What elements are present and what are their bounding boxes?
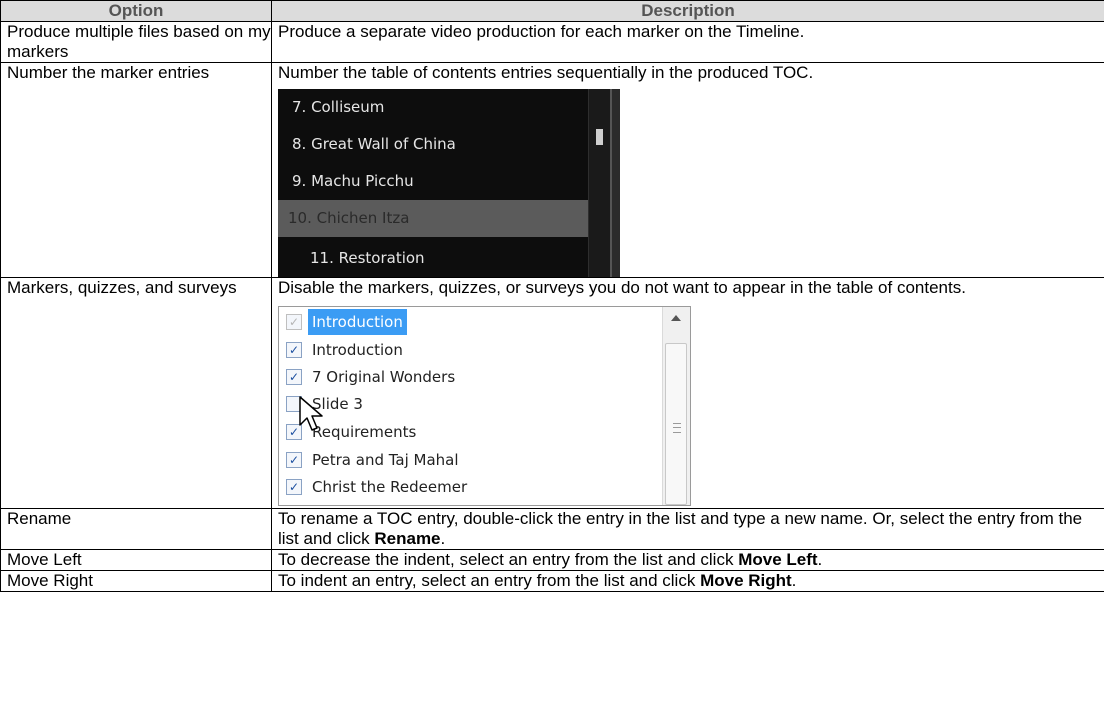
checkbox-icon: ✓ [286, 452, 302, 468]
toc-preview-image: 7. Colliseum 8. Great Wall of China 9. M… [278, 89, 620, 277]
toc-entry: 11. Restoration [310, 249, 425, 267]
option-cell: Move Right [0, 570, 272, 592]
checklist-item: ✓ 7 Original Wonders [283, 364, 659, 390]
mouse-cursor-icon [299, 396, 323, 431]
options-table: Option Description Produce multiple file… [0, 0, 1104, 592]
checklist-item: ✓ Introduction [283, 309, 659, 335]
description-text: Disable the markers, quizzes, or surveys… [278, 278, 966, 297]
description-cell: To indent an entry, select an entry from… [271, 570, 1104, 592]
table-row: Rename To rename a TOC entry, double-cli… [0, 508, 1104, 550]
option-cell: Produce multiple files based on my marke… [0, 21, 272, 63]
checklist-item-label: Petra and Taj Mahal [312, 451, 459, 469]
checkbox-icon: ✓ [286, 314, 302, 330]
table-row: Number the marker entries Number the tab… [0, 62, 1104, 278]
scrollbar-grip-icon [673, 423, 681, 433]
checkbox-icon: ✓ [286, 479, 302, 495]
table-row: Move Left To decrease the indent, select… [0, 549, 1104, 571]
option-cell: Markers, quizzes, and surveys [0, 277, 272, 509]
description-column-header: Description [271, 0, 1104, 22]
description-end: . [440, 529, 446, 548]
toc-entry: 9. Machu Picchu [292, 172, 414, 190]
description-text: To indent an entry, select an entry from… [278, 571, 701, 590]
checkbox-icon: ✓ [286, 342, 302, 358]
checkbox-icon: ✓ [286, 369, 302, 385]
checklist-item-label: 7 Original Wonders [312, 368, 456, 386]
description-end: . [817, 550, 823, 569]
table-row: Markers, quizzes, and surveys Disable th… [0, 277, 1104, 509]
table-row: Move Right To indent an entry, select an… [0, 570, 1104, 592]
description-bold-term: Rename [374, 529, 441, 548]
description-bold-term: Move Left [738, 550, 818, 569]
option-column-header: Option [0, 0, 272, 22]
description-end: . [791, 571, 797, 590]
checklist-item-label: Christ the Redeemer [312, 478, 468, 496]
description-cell: To decrease the indent, select an entry … [271, 549, 1104, 571]
checklist-item: ✓ Requirements [283, 419, 659, 445]
toc-frame-edge [610, 89, 620, 277]
description-cell: Disable the markers, quizzes, or surveys… [271, 277, 1104, 509]
option-cell: Move Left [0, 549, 272, 571]
description-cell: To rename a TOC entry, double-click the … [271, 508, 1104, 550]
checklist-item: ✓ Christ the Redeemer [283, 474, 659, 500]
description-bold-term: Move Right [700, 571, 792, 590]
checklist-item: ✓ Introduction [283, 337, 659, 363]
description-cell: Number the table of contents entries seq… [271, 62, 1104, 278]
checklist-item: ✓ Slide 3 [283, 391, 659, 417]
toc-entry: 8. Great Wall of China [292, 135, 456, 153]
scroll-up-arrow-icon [671, 315, 681, 321]
checklist-item-label: Introduction [312, 341, 403, 359]
toc-scrollbar [588, 89, 611, 277]
checklist-preview-image: ✓ Introduction ✓ Introduction ✓ 7 Origin… [278, 306, 691, 506]
description-text: Number the table of contents entries seq… [278, 63, 814, 82]
option-cell: Number the marker entries [0, 62, 272, 278]
table-row: Produce multiple files based on my marke… [0, 21, 1104, 63]
checklist-item-label: Introduction [308, 309, 407, 335]
toc-entry: 7. Colliseum [292, 98, 385, 116]
description-text: To decrease the indent, select an entry … [278, 550, 739, 569]
option-cell: Rename [0, 508, 272, 550]
checklist-scrollbar [662, 307, 690, 505]
checklist-item: ✓ Petra and Taj Mahal [283, 447, 659, 473]
toc-scrollbar-thumb [596, 129, 603, 145]
toc-entry-selected: 10. Chichen Itza [278, 200, 588, 237]
description-cell: Produce a separate video production for … [271, 21, 1104, 63]
